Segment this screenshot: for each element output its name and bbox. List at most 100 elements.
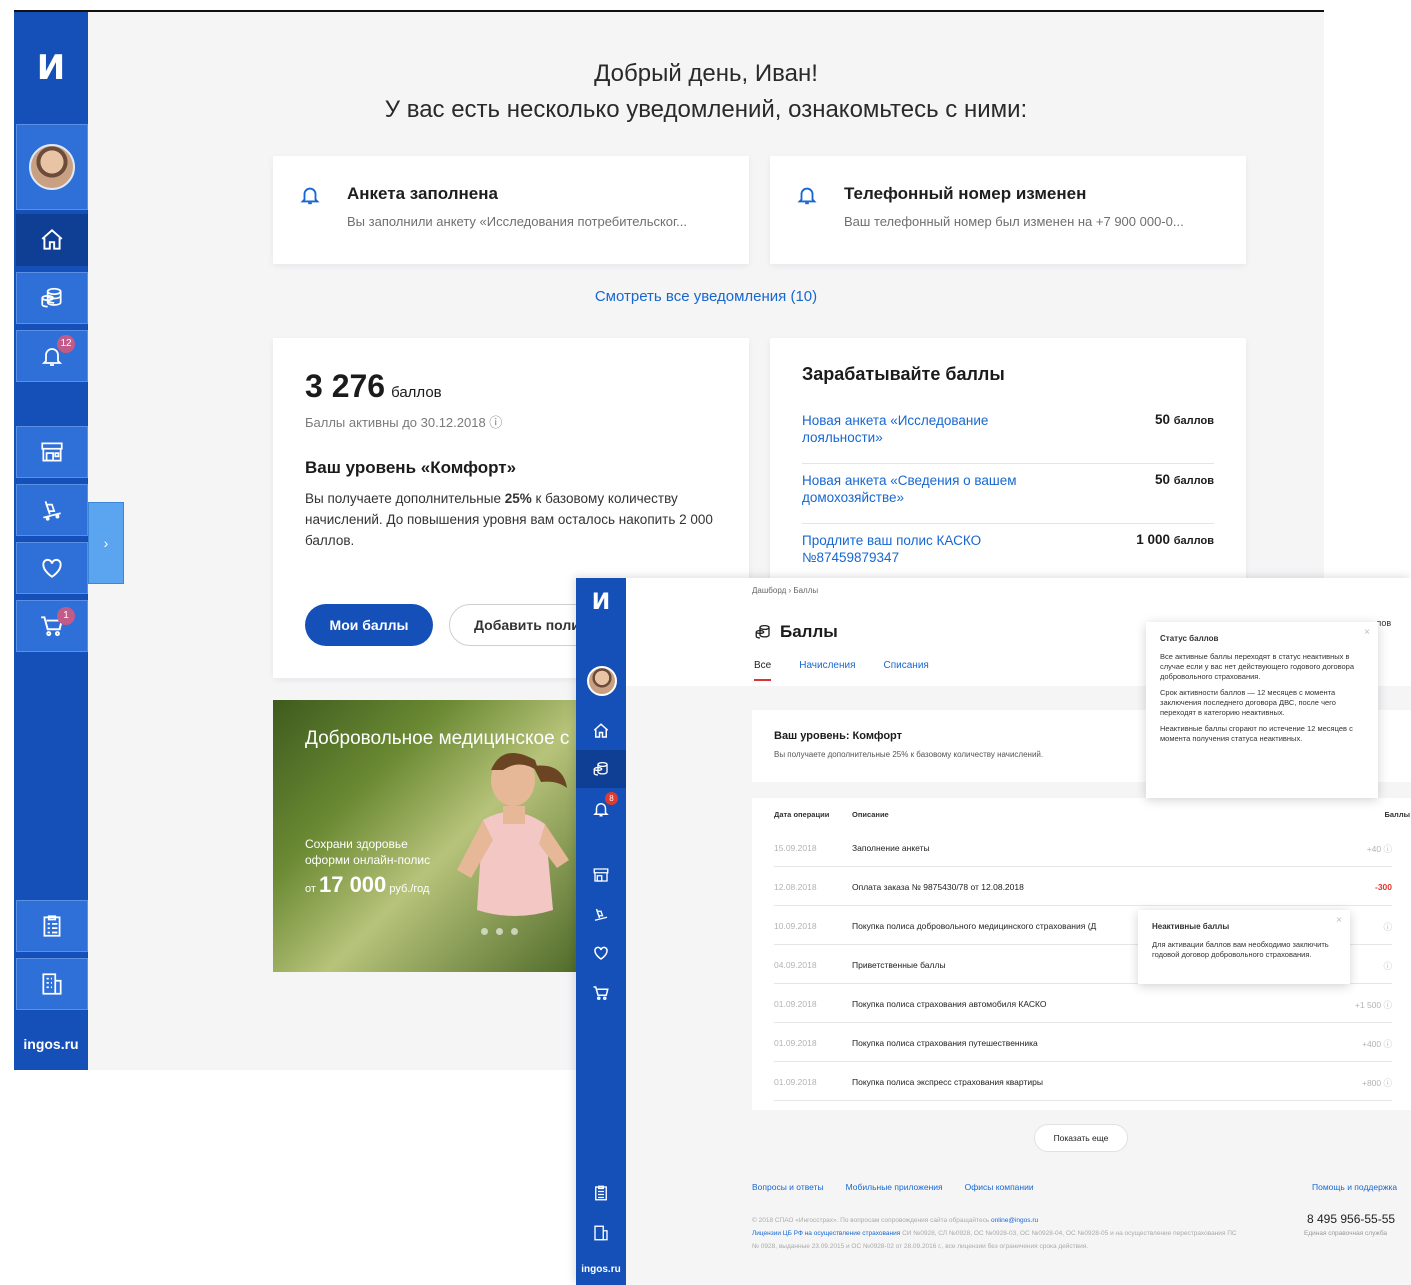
sidebar-item-cart[interactable] — [576, 974, 626, 1012]
sidebar-item-offices[interactable] — [16, 958, 88, 1010]
logo[interactable]: И — [576, 590, 626, 615]
sidebar-expand-button[interactable]: › — [88, 502, 124, 584]
runner-illustration — [457, 752, 569, 916]
tooltip-inactive-points: × Неактивные баллы Для активации баллов … — [1138, 910, 1350, 984]
all-notifications-link[interactable]: Смотреть все уведомления (10) — [88, 288, 1324, 305]
breadcrumb[interactable]: Дашборд › Баллы — [752, 586, 818, 595]
tooltip-title: Статус баллов — [1160, 634, 1219, 643]
earn-value: 50 баллов — [1154, 412, 1214, 427]
sidebar-item-shop[interactable] — [576, 856, 626, 894]
tooltip-points-status: × Статус баллов Все активные баллы перех… — [1146, 622, 1378, 798]
sidebar-item-home[interactable] — [16, 214, 88, 266]
building-icon — [39, 971, 65, 997]
offices-link[interactable]: Офисы компании — [965, 1182, 1034, 1192]
greeting-subtitle: У вас есть несколько уведомлений, ознако… — [384, 96, 1028, 123]
coins-icon — [754, 623, 772, 641]
points-active-until: Баллы активны до 30.12.2018 ⓘ — [305, 415, 503, 430]
earn-link[interactable]: Новая анкета «Исследование лояльности» — [802, 412, 1032, 446]
notification-card[interactable]: Анкета заполнена Вы заполнили анкету «Ис… — [273, 156, 749, 264]
earn-link[interactable]: Новая анкета «Сведения о вашем домохозяй… — [802, 472, 1032, 506]
col-description: Описание — [852, 810, 889, 819]
sidebar-item-favorites[interactable] — [16, 542, 88, 594]
my-points-button[interactable]: Мои баллы — [305, 604, 433, 646]
earn-link[interactable]: Продлите ваш полис КАСКО №87459879347 — [802, 532, 1032, 566]
points-total: 3 276 баллов — [305, 368, 442, 404]
row-description: Приветственные баллы — [852, 960, 946, 970]
store-icon — [39, 439, 65, 465]
close-icon[interactable]: × — [1336, 916, 1342, 926]
notification-title: Анкета заполнена — [347, 184, 498, 203]
heart-icon — [39, 555, 65, 581]
row-description: Покупка полиса страхования путешественни… — [852, 1038, 1038, 1048]
sidebar-item-cart[interactable]: 1 — [16, 600, 88, 652]
tab-writeoffs[interactable]: Списания — [884, 660, 929, 681]
table-row: 15.09.2018 Заполнение анкеты +40 ⓘ — [774, 828, 1392, 867]
sidebar-item-documents[interactable] — [576, 1174, 626, 1212]
tabs: Все Начисления Списания — [754, 660, 929, 681]
home-icon — [39, 227, 65, 253]
row-date: 01.09.2018 — [774, 1077, 817, 1087]
sidebar-item-favorites[interactable] — [576, 934, 626, 972]
earn-row[interactable]: Новая анкета «Исследование лояльности» 5… — [802, 404, 1214, 464]
sidebar-item-travel[interactable] — [576, 896, 626, 934]
phone-number[interactable]: 8 495 956-55-55 — [1307, 1212, 1395, 1226]
level-title: Ваш уровень «Комфорт» — [305, 458, 517, 477]
row-points: +1 500 ⓘ — [1354, 1000, 1392, 1010]
row-points: -300 — [1374, 882, 1392, 892]
cart-badge: 1 — [57, 607, 75, 625]
promo-banner[interactable]: Добровольное медицинское с Сохрани здоро… — [273, 700, 593, 972]
earn-title: Зарабатывайте баллы — [802, 364, 1005, 384]
row-date: 01.09.2018 — [774, 999, 817, 1009]
greeting-title: Добрый день, Иван! — [594, 60, 818, 87]
sidebar-item-offices[interactable] — [576, 1214, 626, 1252]
row-date: 12.08.2018 — [774, 882, 817, 892]
carousel-dots[interactable] — [481, 928, 518, 935]
show-more-button[interactable]: Показать еще — [1034, 1124, 1128, 1152]
sidebar-item-notifications[interactable]: 8 — [576, 790, 626, 828]
tooltip-title: Неактивные баллы — [1152, 922, 1230, 931]
faq-link[interactable]: Вопросы и ответы — [752, 1182, 824, 1192]
promo-title: Добровольное медицинское с — [305, 728, 570, 749]
help-link[interactable]: Помощь и поддержка — [1312, 1182, 1397, 1192]
row-date: 15.09.2018 — [774, 843, 817, 853]
licenses-link[interactable]: Лицензии ЦБ РФ на осуществление страхова… — [752, 1230, 900, 1237]
level-title: Ваш уровень: Комфорт — [774, 730, 902, 742]
sidebar-item-points[interactable] — [16, 272, 88, 324]
close-icon[interactable]: × — [1364, 628, 1370, 638]
col-points: Баллы — [1384, 810, 1411, 819]
notifications-badge: 12 — [57, 335, 75, 353]
tab-accruals[interactable]: Начисления — [799, 660, 855, 681]
footer-links: Вопросы и ответы Мобильные приложения Оф… — [752, 1182, 1034, 1192]
sidebar-item-travel[interactable] — [16, 484, 88, 536]
logo[interactable]: И — [14, 12, 88, 124]
tooltip-text: Все активные баллы переходят в статус не… — [1160, 652, 1355, 681]
promo-price: от 17 000 руб./год — [305, 872, 430, 897]
notification-text: Ваш телефонный номер был изменен на +7 9… — [844, 214, 1184, 229]
notification-text: Вы заполнили анкету «Исследования потреб… — [347, 214, 688, 229]
avatar[interactable] — [587, 666, 617, 696]
page-title: Баллы — [754, 622, 838, 642]
email-link[interactable]: online@ingos.ru — [991, 1217, 1038, 1224]
sidebar-item-documents[interactable] — [16, 900, 88, 952]
tab-all[interactable]: Все — [754, 660, 772, 681]
sidebar-item-home[interactable] — [576, 712, 626, 750]
site-link[interactable]: ingos.ru — [14, 1036, 88, 1052]
site-link[interactable]: ingos.ru — [576, 1264, 626, 1275]
sidebar-item-shop[interactable] — [16, 426, 88, 478]
earn-value: 1 000 баллов — [1136, 532, 1214, 547]
sidebar-item-notifications[interactable]: 12 — [16, 330, 88, 382]
earn-row[interactable]: Продлите ваш полис КАСКО №87459879347 1 … — [802, 524, 1214, 584]
earn-points-card: Зарабатывайте баллы Новая анкета «Исслед… — [770, 338, 1246, 598]
notification-card[interactable]: Телефонный номер изменен Ваш телефонный … — [770, 156, 1246, 264]
earn-row[interactable]: Новая анкета «Сведения о вашем домохозяй… — [802, 464, 1214, 524]
tooltip-text: Срок активности баллов — 12 месяцев с мо… — [1160, 688, 1336, 717]
coins-icon — [592, 760, 610, 778]
clipboard-icon — [592, 1184, 610, 1202]
apps-link[interactable]: Мобильные приложения — [846, 1182, 943, 1192]
sidebar-item-points[interactable] — [576, 750, 626, 788]
row-points: +800 ⓘ — [1361, 1078, 1392, 1088]
row-date: 04.09.2018 — [774, 960, 817, 970]
col-date: Дата операции — [774, 810, 830, 819]
sidebar-profile[interactable] — [16, 124, 88, 210]
home-icon — [592, 722, 610, 740]
